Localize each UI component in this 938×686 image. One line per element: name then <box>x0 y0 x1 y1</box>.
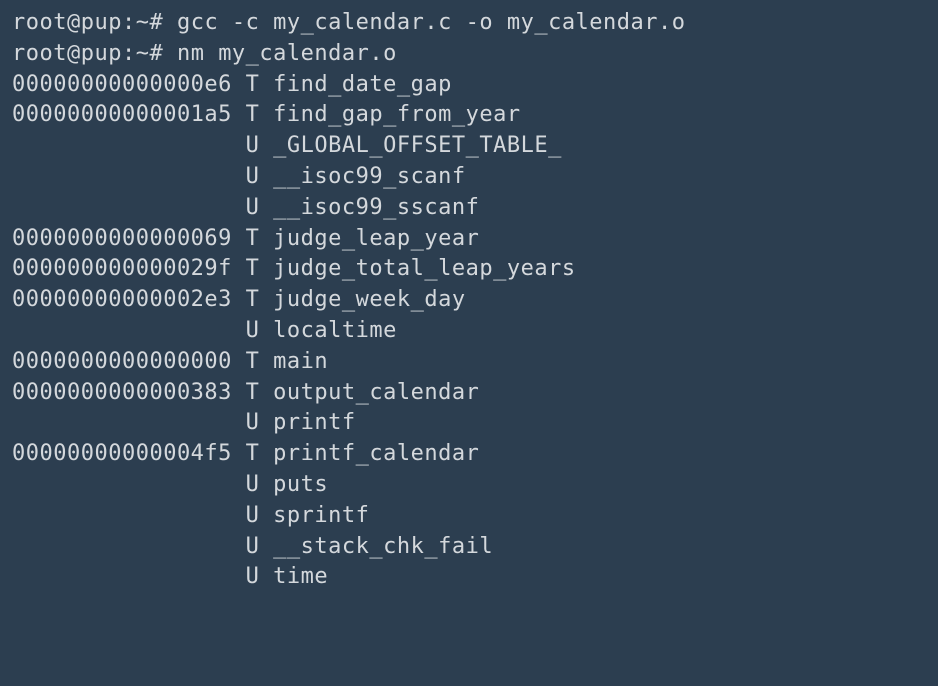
symbol-type: U <box>246 534 260 559</box>
gcc-command: gcc -c my_calendar.c -o my_calendar.o <box>177 10 686 35</box>
symbol-row: U _GLOBAL_OFFSET_TABLE_ <box>12 131 926 162</box>
symbol-address <box>12 472 232 497</box>
symbol-row: U __stack_chk_fail <box>12 532 926 563</box>
symbol-row: 0000000000000069 T judge_leap_year <box>12 224 926 255</box>
terminal-output[interactable]: root@pup:~# gcc -c my_calendar.c -o my_c… <box>12 8 926 593</box>
symbol-address <box>12 503 232 528</box>
symbol-address: 00000000000002e3 <box>12 287 232 312</box>
symbol-row: U time <box>12 562 926 593</box>
symbol-name: find_date_gap <box>273 72 452 97</box>
symbol-type: T <box>246 102 260 127</box>
symbol-row: U puts <box>12 470 926 501</box>
symbol-address: 000000000000029f <box>12 256 232 281</box>
symbol-address <box>12 133 232 158</box>
command-line-2: root@pup:~# nm my_calendar.o <box>12 39 926 70</box>
symbol-address: 0000000000000383 <box>12 380 232 405</box>
shell-prompt: root@pup:~# <box>12 10 177 35</box>
symbol-address <box>12 410 232 435</box>
symbol-row: 00000000000002e3 T judge_week_day <box>12 285 926 316</box>
symbol-type: U <box>246 564 260 589</box>
symbol-address: 0000000000000069 <box>12 226 232 251</box>
symbol-name: __stack_chk_fail <box>273 534 493 559</box>
symbol-name: time <box>273 564 328 589</box>
symbol-type: T <box>246 380 260 405</box>
symbol-name: sprintf <box>273 503 369 528</box>
symbol-type: T <box>246 226 260 251</box>
symbol-address <box>12 195 232 220</box>
symbol-address <box>12 564 232 589</box>
symbol-type: T <box>246 349 260 374</box>
symbol-name: main <box>273 349 328 374</box>
symbol-type: U <box>246 472 260 497</box>
symbol-address: 00000000000000e6 <box>12 72 232 97</box>
symbol-type: U <box>246 164 260 189</box>
symbol-type: T <box>246 287 260 312</box>
symbol-row: U __isoc99_scanf <box>12 162 926 193</box>
symbol-name: judge_total_leap_years <box>273 256 575 281</box>
symbol-row: U sprintf <box>12 501 926 532</box>
symbol-row: 0000000000000383 T output_calendar <box>12 378 926 409</box>
symbol-name: judge_week_day <box>273 287 465 312</box>
symbol-type: U <box>246 503 260 528</box>
nm-command: nm my_calendar.o <box>177 41 397 66</box>
symbol-row: 00000000000001a5 T find_gap_from_year <box>12 100 926 131</box>
symbol-name: find_gap_from_year <box>273 102 520 127</box>
symbol-address: 0000000000000000 <box>12 349 232 374</box>
symbol-name: localtime <box>273 318 397 343</box>
symbol-name: puts <box>273 472 328 497</box>
symbol-type: U <box>246 318 260 343</box>
shell-prompt: root@pup:~# <box>12 41 177 66</box>
symbol-address: 00000000000001a5 <box>12 102 232 127</box>
symbol-name: judge_leap_year <box>273 226 479 251</box>
symbol-type: U <box>246 133 260 158</box>
symbol-row: U __isoc99_sscanf <box>12 193 926 224</box>
symbol-name: printf_calendar <box>273 441 479 466</box>
symbol-name: _GLOBAL_OFFSET_TABLE_ <box>273 133 562 158</box>
symbol-address <box>12 164 232 189</box>
symbol-row: U printf <box>12 408 926 439</box>
symbol-row: 00000000000000e6 T find_date_gap <box>12 70 926 101</box>
symbol-type: T <box>246 72 260 97</box>
symbol-name: printf <box>273 410 355 435</box>
symbol-type: T <box>246 441 260 466</box>
symbol-address <box>12 534 232 559</box>
symbol-type: U <box>246 410 260 435</box>
symbol-address <box>12 318 232 343</box>
symbol-row: 0000000000000000 T main <box>12 347 926 378</box>
symbol-type: U <box>246 195 260 220</box>
symbol-row: U localtime <box>12 316 926 347</box>
symbol-row: 00000000000004f5 T printf_calendar <box>12 439 926 470</box>
symbol-name: __isoc99_sscanf <box>273 195 479 220</box>
symbol-row: 000000000000029f T judge_total_leap_year… <box>12 254 926 285</box>
symbol-name: output_calendar <box>273 380 479 405</box>
command-line-1: root@pup:~# gcc -c my_calendar.c -o my_c… <box>12 8 926 39</box>
symbol-address: 00000000000004f5 <box>12 441 232 466</box>
symbol-type: T <box>246 256 260 281</box>
symbol-name: __isoc99_scanf <box>273 164 465 189</box>
